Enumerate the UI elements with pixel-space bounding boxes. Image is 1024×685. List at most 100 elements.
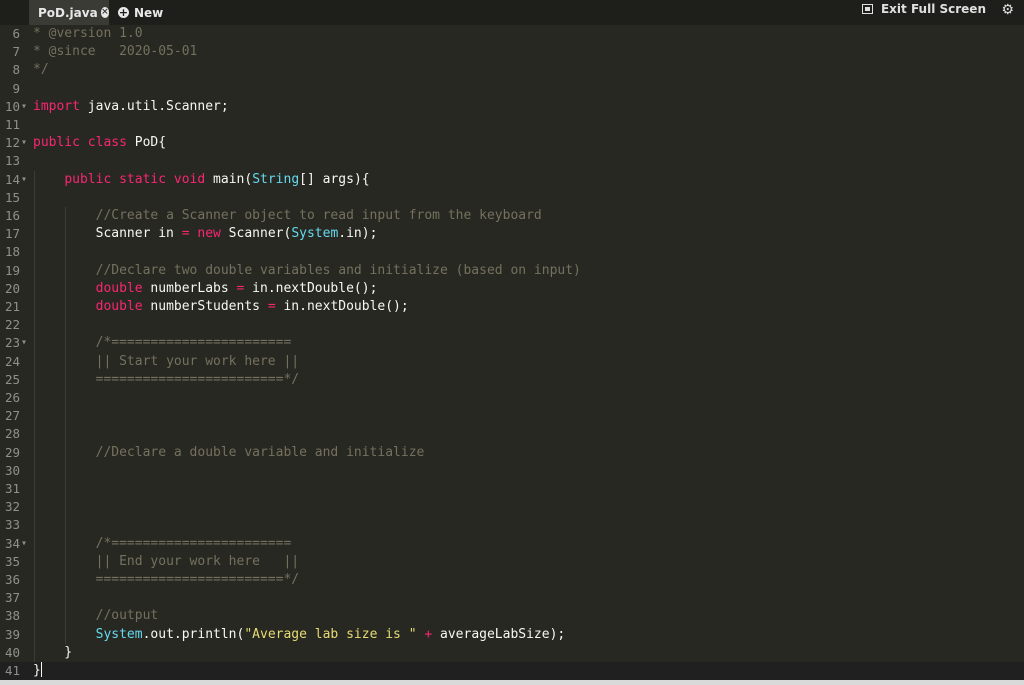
code-line[interactable]: 10 ▾ import java.util.Scanner; — [0, 98, 1024, 116]
line-number: 18 — [4, 244, 20, 260]
line-number: 13 — [4, 153, 20, 169]
line-number: 39 — [4, 626, 20, 642]
plus-circle-icon: + — [118, 6, 129, 19]
line-number: 6 — [12, 26, 20, 41]
code-line[interactable]: 24 || Start your work here || — [0, 353, 1024, 371]
line-number: 21 — [4, 299, 20, 314]
line-number: 26 — [4, 390, 20, 405]
code-line[interactable]: 6 * @version 1.0 — [0, 25, 1024, 43]
code-text: */ — [33, 62, 49, 78]
code-line[interactable]: 18 — [0, 243, 1024, 261]
code-text: //Create a Scanner object to read input … — [95, 208, 542, 223]
code-text: public class PoD{ — [33, 135, 167, 151]
code-line[interactable]: 36 ========================*/ — [0, 571, 1024, 589]
code-line[interactable]: 27 — [0, 407, 1024, 425]
line-number: 22 — [4, 317, 20, 333]
fold-arrow-icon[interactable]: ▾ — [21, 334, 27, 352]
code-text: } — [33, 644, 73, 660]
fold-arrow-icon[interactable]: ▾ — [21, 171, 27, 189]
code-text: //Declare a double variable and initiali… — [95, 444, 425, 460]
code-text: import java.util.Scanner; — [33, 98, 229, 114]
close-icon[interactable]: × — [100, 7, 109, 18]
code-line[interactable]: 23 ▾ /*======================= — [0, 334, 1024, 352]
code-line[interactable]: 39 System.out.println("Average lab size … — [0, 626, 1024, 644]
code-editor[interactable]: 6 * @version 1.0 7 * @since 2020-05-01 8 */ 9 1… — [0, 25, 1024, 680]
tab-bar: PoD.java × + New Exit Full Screen ⚙ — [0, 0, 1024, 25]
code-line[interactable]: 28 — [0, 425, 1024, 443]
code-line[interactable]: 34 ▾ /*======================= — [0, 535, 1024, 553]
code-line[interactable]: 35 || End your work here || — [0, 553, 1024, 571]
line-number: 37 — [4, 590, 20, 606]
code-line[interactable]: 20 double numberLabs = in.nextDouble(); — [0, 280, 1024, 298]
code-text: * @version 1.0 — [33, 26, 143, 41]
code-line[interactable]: 12 ▾ public class PoD{ — [0, 134, 1024, 152]
line-number: 32 — [4, 499, 20, 515]
code-line[interactable]: 41} — [0, 662, 1024, 680]
code-line[interactable]: 8 */ — [0, 61, 1024, 79]
code-line[interactable]: 38 //output — [0, 607, 1024, 625]
code-line[interactable]: 11 — [0, 116, 1024, 134]
exit-fullscreen-button[interactable]: Exit Full Screen — [861, 0, 986, 18]
line-number: 10 — [4, 98, 20, 114]
horizontal-scrollbar[interactable] — [0, 680, 1024, 685]
line-number: 14 — [4, 171, 20, 187]
line-number: 28 — [4, 426, 20, 442]
code-line[interactable]: 26 — [0, 389, 1024, 407]
code-line[interactable]: 16 //Create a Scanner object to read inp… — [0, 207, 1024, 225]
line-number: 31 — [4, 481, 20, 496]
code-line[interactable]: 40 } — [0, 644, 1024, 662]
tab-pod-java[interactable]: PoD.java × — [29, 0, 109, 25]
line-number: 12 — [4, 135, 20, 151]
line-number: 24 — [4, 353, 20, 369]
code-line[interactable]: 30 — [0, 462, 1024, 480]
code-text: double numberStudents = in.nextDouble(); — [95, 299, 409, 314]
code-line[interactable]: 37 — [0, 589, 1024, 607]
line-number: 11 — [4, 117, 20, 132]
line-number: 38 — [4, 608, 20, 624]
code-text: /*======================= — [95, 535, 292, 551]
code-line[interactable]: 31 — [0, 480, 1024, 498]
code-text: ========================*/ — [95, 572, 300, 587]
code-line[interactable]: 29 //Declare a double variable and initi… — [0, 444, 1024, 462]
code-line[interactable]: 13 — [0, 152, 1024, 170]
code-line[interactable]: 9 — [0, 80, 1024, 98]
line-number: 40 — [4, 644, 20, 660]
line-number: 7 — [12, 44, 20, 60]
code-line[interactable]: 7 * @since 2020-05-01 — [0, 43, 1024, 61]
code-text: //Declare two double variables and initi… — [95, 262, 581, 278]
fold-arrow-icon[interactable]: ▾ — [21, 98, 27, 116]
line-number: 33 — [4, 517, 20, 533]
code-line[interactable]: 21 double numberStudents = in.nextDouble… — [0, 298, 1024, 316]
line-number: 8 — [12, 62, 20, 78]
code-text: System.out.println("Average lab size is … — [95, 626, 566, 642]
code-text: //output — [95, 608, 159, 624]
line-number: 29 — [4, 444, 20, 460]
code-line[interactable]: 19 //Declare two double variables and in… — [0, 262, 1024, 280]
code-line[interactable]: 22 — [0, 316, 1024, 334]
new-tab-label: New — [134, 5, 164, 20]
indent-guide — [34, 170, 35, 662]
line-number: 15 — [4, 189, 20, 205]
line-number: 35 — [4, 553, 20, 569]
line-number: 17 — [4, 226, 20, 242]
line-number: 36 — [4, 572, 20, 587]
fold-arrow-icon[interactable]: ▾ — [21, 535, 27, 553]
code-line[interactable]: 15 — [0, 189, 1024, 207]
line-number: 41 — [4, 663, 20, 678]
fold-arrow-icon[interactable]: ▾ — [21, 134, 27, 152]
new-tab-button[interactable]: + New — [109, 0, 169, 25]
line-number: 34 — [4, 535, 20, 551]
code-line[interactable]: 32 — [0, 498, 1024, 516]
code-line[interactable]: 25 ========================*/ — [0, 371, 1024, 389]
gear-icon[interactable]: ⚙ — [1001, 0, 1014, 18]
indent-guide — [65, 207, 67, 644]
code-text: /*======================= — [95, 335, 292, 351]
code-text: Scanner in = new Scanner(System.in); — [33, 226, 378, 242]
code-line[interactable]: 33 — [0, 516, 1024, 534]
line-number: 16 — [4, 208, 20, 223]
code-line[interactable]: 14 ▾ public static void main(String[] arg… — [0, 171, 1024, 189]
exit-fullscreen-icon — [861, 4, 873, 14]
line-number: 25 — [4, 371, 20, 387]
line-number: 19 — [4, 262, 20, 278]
code-line[interactable]: 17 Scanner in = new Scanner(System.in); — [0, 225, 1024, 243]
